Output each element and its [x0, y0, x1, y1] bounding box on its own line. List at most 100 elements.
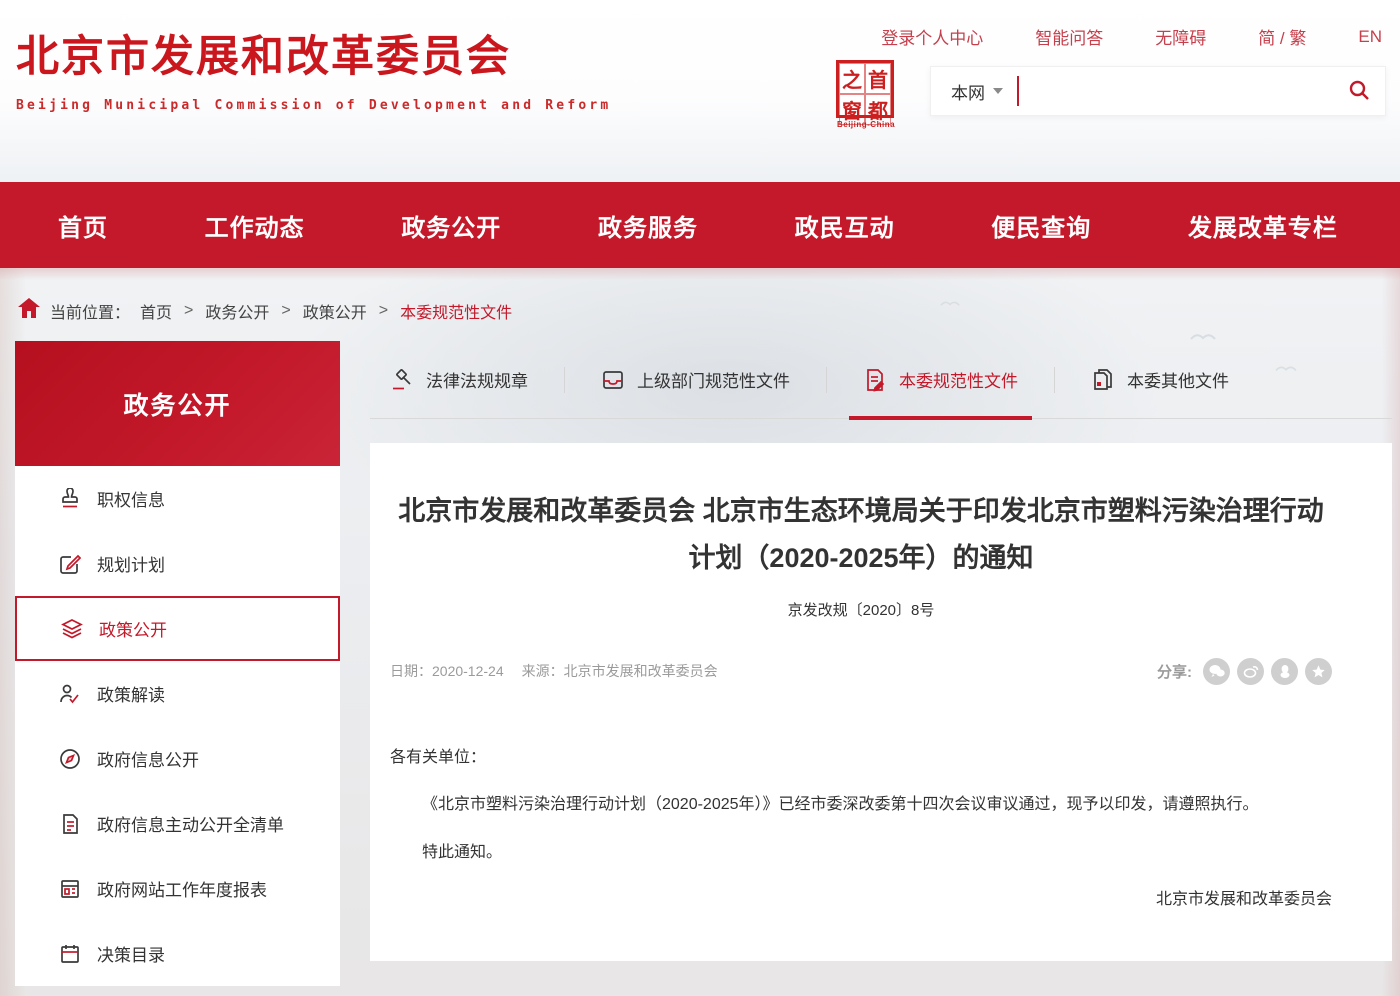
tab-superior-normative-documents[interactable]: 上级部门规范性文件 — [601, 341, 790, 418]
nav-item-gov-services[interactable]: 政务服务 — [598, 208, 698, 243]
search-scope-dropdown[interactable]: 本网 — [931, 79, 1017, 104]
documents-icon — [1091, 368, 1115, 392]
seal-box: 之 首 窗 都 — [836, 60, 894, 118]
sidebar-item-label: 政府网站工作年度报表 — [97, 876, 267, 901]
breadcrumb: 当前位置： 首页 > 政务公开 > 政策公开 > 本委规范性文件 — [0, 268, 1400, 323]
share-label: 分享: — [1157, 661, 1192, 682]
sidebar-item-policy-disclosure[interactable]: 政策公开 — [15, 596, 340, 661]
tab-laws-regulations[interactable]: 法律法规规章 — [390, 341, 528, 418]
article-date: 2020-12-24 — [432, 663, 504, 679]
body-signature: 北京市发展和改革委员会 — [390, 879, 1332, 921]
search-input[interactable] — [1019, 67, 1333, 115]
weibo-icon[interactable] — [1237, 658, 1264, 685]
english-link[interactable]: EN — [1358, 27, 1382, 47]
article-meta: 日期：2020-12-24 来源：北京市发展和改革委员会 — [390, 661, 718, 681]
sidebar-item-label: 政府信息主动公开全清单 — [97, 811, 284, 836]
page-background: 当前位置： 首页 > 政务公开 > 政策公开 > 本委规范性文件 政务公开 — [0, 268, 1400, 996]
stamp-icon — [59, 488, 81, 510]
layers-icon — [61, 618, 83, 640]
sidebar-item-authority-info[interactable]: 职权信息 — [15, 466, 340, 531]
tab-bar: 法律法规规章 上级部门规范性文件 — [370, 341, 1392, 419]
list-document-icon — [59, 813, 81, 835]
site-title-cn: 北京市发展和改革委员会 — [16, 22, 611, 84]
login-personal-center-link[interactable]: 登录个人中心 — [881, 24, 983, 49]
smart-qa-link[interactable]: 智能问答 — [1035, 24, 1103, 49]
breadcrumb-separator: > — [379, 302, 388, 320]
breadcrumb-label: 当前位置： — [50, 299, 130, 323]
interpretation-icon — [59, 683, 81, 705]
body-paragraph: 特此通知。 — [390, 832, 1332, 874]
wechat-icon[interactable] — [1203, 658, 1230, 685]
caret-down-icon — [993, 88, 1003, 94]
breadcrumb-separator: > — [281, 302, 290, 320]
nav-item-reform-column[interactable]: 发展改革专栏 — [1188, 208, 1338, 243]
sidebar-item-label: 政府信息公开 — [97, 746, 199, 771]
bird-decoration — [940, 298, 960, 308]
page: 北京市发展和改革委员会 Beijing Municipal Commission… — [0, 0, 1400, 996]
breadcrumb-item-gov-disclosure[interactable]: 政务公开 — [205, 299, 269, 323]
document-pen-icon — [863, 368, 887, 392]
main-nav: 首页 工作动态 政务公开 政务服务 政民互动 便民查询 发展改革专栏 — [0, 182, 1400, 268]
sidebar-item-decision-catalog[interactable]: 决策目录 — [15, 921, 340, 986]
home-icon[interactable] — [18, 298, 40, 323]
source-label: 来源： — [522, 663, 564, 679]
sidebar-item-proactive-disclosure-list[interactable]: 政府信息主动公开全清单 — [15, 791, 340, 856]
seal-char: 之 — [839, 63, 865, 94]
tab-label: 本委规范性文件 — [899, 367, 1018, 392]
date-label: 日期： — [390, 663, 432, 679]
search-icon — [1347, 78, 1371, 105]
search-bar: 本网 — [930, 66, 1386, 116]
article-card: 北京市发展和改革委员会 北京市生态环境局关于印发北京市塑料污染治理行动计划（20… — [370, 443, 1392, 961]
tab-divider — [564, 367, 565, 393]
site-title-en: Beijing Municipal Commission of Developm… — [16, 98, 611, 113]
tab-divider — [826, 367, 827, 393]
sidebar-item-policy-interpretation[interactable]: 政策解读 — [15, 661, 340, 726]
qq-icon[interactable] — [1271, 658, 1298, 685]
search-scope-label: 本网 — [951, 79, 985, 104]
sidebar-item-label: 政策解读 — [97, 681, 165, 706]
capital-window-seal-logo[interactable]: 之 首 窗 都 Beijing-China — [836, 60, 896, 129]
sidebar-item-planning[interactable]: 规划计划 — [15, 531, 340, 596]
body-paragraph: 《北京市塑料污染治理行动计划（2020-2025年）》已经市委深改委第十四次会议… — [390, 784, 1332, 826]
breadcrumb-separator: > — [184, 302, 193, 320]
body-salutation: 各有关单位： — [390, 737, 1332, 779]
accessibility-link[interactable]: 无障碍 — [1155, 24, 1206, 49]
nav-item-interaction[interactable]: 政民互动 — [795, 208, 895, 243]
report-table-icon — [59, 878, 81, 900]
tab-label: 本委其他文件 — [1127, 367, 1229, 392]
site-logo: 北京市发展和改革委员会 Beijing Municipal Commission… — [16, 22, 611, 113]
share-toolbar: 分享: — [1157, 658, 1332, 685]
sidebar-item-gov-info-disclosure[interactable]: 政府信息公开 — [15, 726, 340, 791]
sidebar-item-label: 政策公开 — [99, 616, 167, 641]
sidebar-item-label: 决策目录 — [97, 941, 165, 966]
tab-committee-other-documents[interactable]: 本委其他文件 — [1091, 341, 1229, 418]
sidebar-menu: 职权信息 规划计划 — [15, 466, 340, 986]
nav-item-gov-disclosure[interactable]: 政务公开 — [401, 208, 501, 243]
site-header: 北京市发展和改革委员会 Beijing Municipal Commission… — [0, 0, 1400, 182]
gavel-icon — [390, 368, 414, 392]
article-source: 北京市发展和改革委员会 — [564, 663, 718, 679]
document-number: 京发改规〔2020〕8号 — [390, 599, 1332, 620]
sidebar-item-label: 职权信息 — [97, 486, 165, 511]
nav-item-work-updates[interactable]: 工作动态 — [205, 208, 305, 243]
article-title: 北京市发展和改革委员会 北京市生态环境局关于印发北京市塑料污染治理行动计划（20… — [390, 488, 1332, 583]
sidebar-title: 政务公开 — [15, 341, 340, 466]
compass-icon — [59, 748, 81, 770]
main-content: 法律法规规章 上级部门规范性文件 — [370, 341, 1392, 986]
breadcrumb-item-home[interactable]: 首页 — [140, 299, 172, 323]
sidebar-item-website-annual-report[interactable]: 政府网站工作年度报表 — [15, 856, 340, 921]
star-icon[interactable] — [1305, 658, 1332, 685]
catalog-icon — [59, 943, 81, 965]
breadcrumb-item-current[interactable]: 本委规范性文件 — [400, 299, 512, 323]
tab-label: 法律法规规章 — [426, 367, 528, 392]
article-body: 各有关单位： 《北京市塑料污染治理行动计划（2020-2025年）》已经市委深改… — [390, 737, 1332, 921]
tab-committee-normative-documents[interactable]: 本委规范性文件 — [863, 341, 1018, 418]
seal-caption: Beijing-China — [836, 120, 896, 129]
breadcrumb-item-policy-disclosure[interactable]: 政策公开 — [303, 299, 367, 323]
search-button[interactable] — [1333, 67, 1385, 115]
sidebar: 政务公开 职权信息 — [15, 341, 340, 986]
tab-label: 上级部门规范性文件 — [637, 367, 790, 392]
nav-item-convenient-query[interactable]: 便民查询 — [991, 208, 1091, 243]
simplified-traditional-link[interactable]: 简 / 繁 — [1258, 24, 1306, 49]
nav-item-home[interactable]: 首页 — [58, 208, 108, 243]
